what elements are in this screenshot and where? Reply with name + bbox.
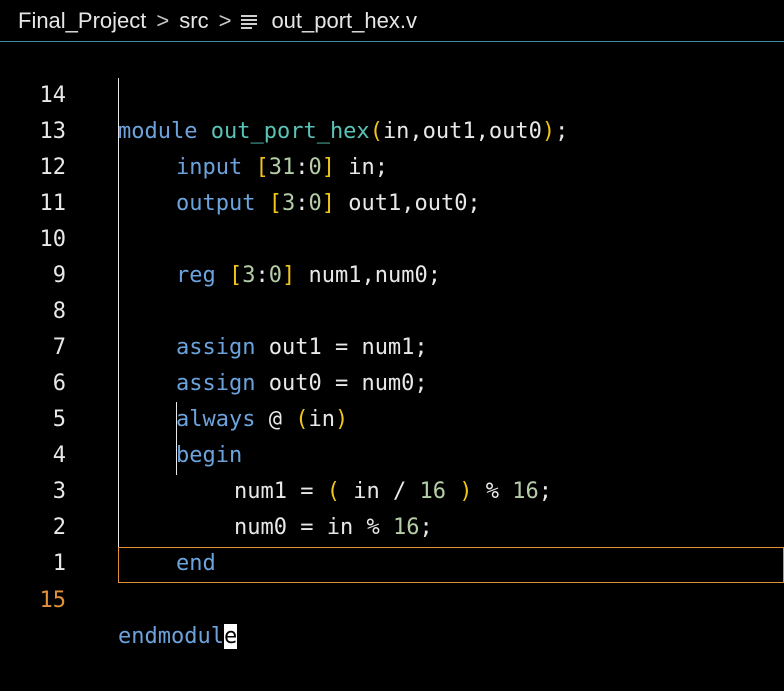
text-cursor[interactable]: e: [223, 624, 238, 649]
chevron-right-icon: >: [156, 7, 170, 33]
line-number-current: 15: [39, 588, 67, 613]
code-line[interactable]: 2 end: [0, 474, 784, 576]
code-line-current[interactable]: 15 endmodule: [0, 547, 784, 649]
code-line[interactable]: 8 assign out1 = num1;: [0, 258, 784, 360]
code-line[interactable]: 4 num1 = ( in / 16 ) % 16;: [0, 402, 784, 504]
keyword: endmodul: [118, 624, 224, 649]
code-line[interactable]: 10 reg [3:0] num1,num0;: [0, 186, 784, 288]
code-line[interactable]: 6 always @ (in): [0, 330, 784, 432]
breadcrumb: Final_Project > src > out_port_hex.v: [0, 0, 784, 42]
chevron-right-icon: >: [218, 7, 232, 33]
code-line[interactable]: 5 begin: [0, 366, 784, 468]
code-line[interactable]: 1: [0, 510, 784, 576]
code-line[interactable]: 11: [0, 150, 784, 216]
code-line[interactable]: 14 module out_port_hex(in,out1,out0);: [0, 42, 784, 144]
file-lines-icon: [241, 14, 258, 29]
breadcrumb-file[interactable]: out_port_hex.v: [271, 8, 417, 34]
code-line[interactable]: 12 output [3:0] out1,out0;: [0, 114, 784, 216]
code-editor[interactable]: 14 module out_port_hex(in,out1,out0); 13…: [0, 42, 784, 649]
code-line[interactable]: 3 num0 = in % 16;: [0, 438, 784, 540]
code-line[interactable]: 13 input [31:0] in;: [0, 78, 784, 180]
line-content: endmodule: [118, 619, 238, 655]
code-line[interactable]: 7 assign out0 = num0;: [0, 294, 784, 396]
breadcrumb-project[interactable]: Final_Project: [18, 8, 146, 34]
breadcrumb-folder[interactable]: src: [179, 8, 208, 34]
code-line[interactable]: 9: [0, 222, 784, 288]
